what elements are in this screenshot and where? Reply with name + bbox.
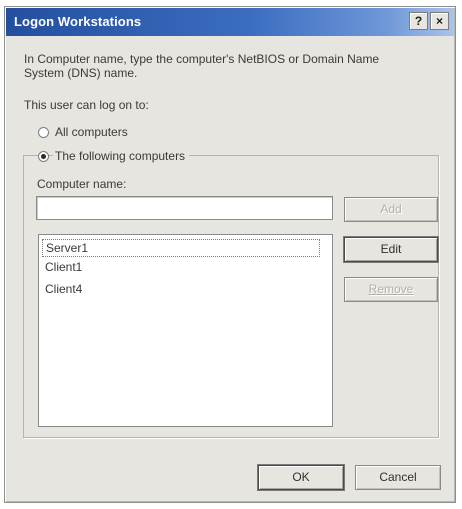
remove-button-label: Remove [368, 282, 414, 296]
help-button[interactable]: ? [409, 12, 428, 30]
help-icon: ? [414, 14, 423, 28]
logon-label: This user can log on to: [24, 98, 149, 112]
computer-name-input[interactable] [36, 196, 333, 220]
cancel-button[interactable]: Cancel [355, 465, 441, 490]
title-bar[interactable]: Logon Workstations ? × [6, 8, 454, 36]
computer-list[interactable]: Server1 Client1 Client4 [38, 234, 333, 427]
remove-button[interactable]: Remove [344, 277, 438, 302]
add-button[interactable]: Add [344, 197, 438, 222]
add-button-label: Add [380, 202, 402, 216]
following-computers-radio[interactable] [38, 151, 49, 162]
instruction-line-2: System (DNS) name. [24, 66, 138, 80]
instruction-line-1: In Computer name, type the computer's Ne… [24, 52, 380, 66]
following-computers-label[interactable]: The following computers [53, 149, 190, 163]
all-computers-label[interactable]: All computers [55, 125, 128, 139]
close-button[interactable]: × [430, 12, 449, 30]
ok-button[interactable]: OK [258, 465, 344, 490]
list-item[interactable]: Client1 [45, 260, 82, 274]
list-item[interactable]: Client4 [45, 282, 82, 296]
window-title: Logon Workstations [14, 14, 142, 29]
list-item[interactable]: Server1 [42, 239, 320, 257]
close-icon: × [435, 14, 443, 28]
computer-name-label: Computer name: [37, 177, 127, 191]
cancel-button-label: Cancel [379, 470, 417, 484]
ok-button-label: OK [292, 470, 310, 484]
all-computers-radio[interactable] [38, 127, 49, 138]
edit-button[interactable]: Edit [344, 237, 438, 262]
edit-button-label: Edit [380, 242, 402, 256]
